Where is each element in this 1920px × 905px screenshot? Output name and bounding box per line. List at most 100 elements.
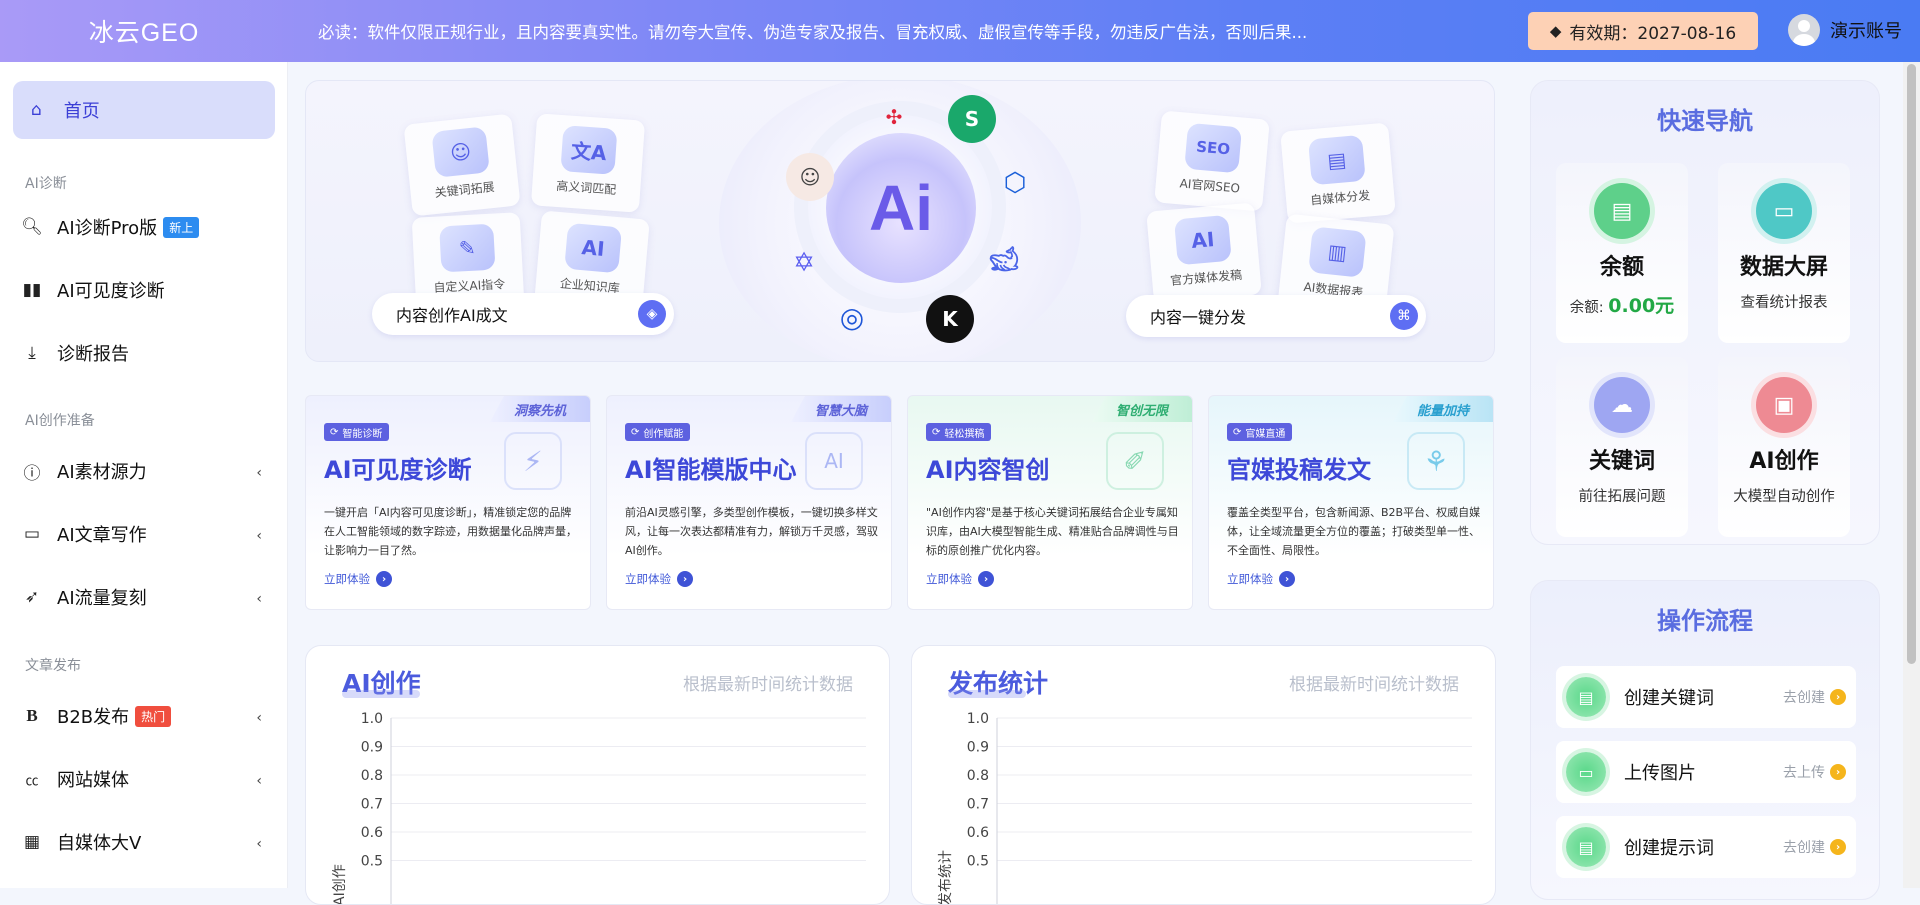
hero-tile[interactable]: AI 官方媒体发稿: [1146, 202, 1262, 304]
scrollbar-thumb[interactable]: [1907, 64, 1916, 664]
sidebar-item-label: 诊断报告: [57, 344, 129, 365]
hero-tile-label: 自媒体分发: [1309, 188, 1371, 208]
feature-card-submission[interactable]: 能量加持 ⟳ 官媒直通 ⚘ 官媒投稿发文 覆盖全类型平台，包含新闻源、B2B平台、…: [1208, 395, 1494, 610]
sidebar-item-b2b[interactable]: B B2B发布 热门 ‹: [20, 696, 270, 736]
sidebar-item-article-writing[interactable]: ▭ AI文章写作 ‹: [20, 514, 270, 554]
sidebar-item-label: B2B发布: [57, 707, 130, 728]
bar-chart-icon: ▮▮: [22, 280, 42, 300]
card-link-text: 立即体验: [324, 572, 370, 586]
content-distribution-pill[interactable]: 内容一键分发 ⌘: [1126, 295, 1426, 337]
top-bar: 冰云GEO 必读：软件仅限正规行业，且内容要真实性。请勿夸大宣传、伪造专家及报告…: [0, 0, 1920, 62]
y-axis-label: AI创作: [332, 864, 348, 905]
card-link-text: 立即体验: [625, 572, 671, 586]
grid-icon: ▦: [23, 832, 41, 852]
quick-nav-balance[interactable]: ▤ 余额 余额: 0.00元: [1556, 163, 1688, 343]
workflow-step-action[interactable]: 去创建 ›: [1783, 687, 1846, 707]
y-tick-label: 0.8: [967, 768, 989, 784]
sidebar-item-label: 首页: [63, 101, 100, 122]
refresh-icon: ⟳: [631, 426, 640, 438]
content-creation-pill[interactable]: 内容创作AI成文 ◈: [372, 293, 674, 335]
validity-badge[interactable]: ◆ 有效期：2027-08-16: [1528, 12, 1758, 50]
pill-label: 内容一键分发: [1150, 308, 1247, 327]
card-badge: ⟳ 创作赋能: [625, 423, 691, 441]
account-menu[interactable]: 演示账号: [1788, 14, 1902, 46]
brand-logo[interactable]: 冰云GEO: [0, 13, 288, 49]
card-link-text: 立即体验: [926, 572, 972, 586]
hero-tile[interactable]: 文A 高义词匹配: [530, 113, 646, 213]
workflow-step-create-prompt[interactable]: ▤ 创建提示词 去创建 ›: [1556, 816, 1856, 878]
hero-tile[interactable]: SEO AI官网SEO: [1154, 110, 1270, 212]
hero-tile[interactable]: ☺ 关键词拓展: [403, 113, 521, 217]
quick-nav-ai-creation[interactable]: ▣ AI创作 大模型自动创作: [1718, 357, 1850, 537]
card-badge: ⟳ 官媒直通: [1227, 423, 1293, 441]
energy-icon: ⚘: [1407, 432, 1465, 490]
spiral-logo-icon: S: [948, 95, 996, 143]
home-icon: ⌂: [31, 100, 42, 120]
sidebar-item-home[interactable]: ⌂ 首页: [13, 81, 275, 139]
rocket-icon: ➶: [24, 587, 40, 607]
ai-head-icon: AI: [805, 432, 863, 490]
sidebar-item-self-media[interactable]: ▦ 自媒体大V ‹: [20, 822, 270, 862]
hero-tile[interactable]: ▤ 自媒体分发: [1280, 122, 1396, 224]
workflow-step-label: 上传图片: [1624, 763, 1696, 784]
quick-nav-label: 数据大屏: [1739, 255, 1828, 280]
ai-creation-panel: AI创作 根据最新时间统计数据 1.0 0.9 0.8 0.7 0.6 0.5 AI创作: [305, 645, 890, 905]
sidebar-item-diagnosis-pro[interactable]: 🔍︎ AI诊断Pro版 新上: [20, 207, 270, 247]
feature-card-template[interactable]: 智慧大脑 ⟳ 创作赋能 AI AI智能模版中心 前沿AI灵感引擎，多类型创作模板，…: [606, 395, 892, 610]
card-try-link[interactable]: 立即体验 ›: [625, 571, 693, 587]
seo-icon: SEO: [1184, 122, 1243, 174]
sidebar-item-website-media[interactable]: ㏄ 网站媒体 ‹: [20, 759, 270, 799]
panel-title: 发布统计: [948, 664, 1048, 700]
quick-nav-keywords[interactable]: ☁ 关键词 前往拓展问题: [1556, 357, 1688, 537]
card-badge-text: 官媒直通: [1245, 428, 1286, 440]
page-scrollbar[interactable]: [1903, 62, 1920, 888]
y-tick-label: 0.6: [361, 825, 383, 841]
account-name: 演示账号: [1830, 21, 1902, 42]
sidebar-item-traffic-copy[interactable]: ➶ AI流量复刻 ‹: [20, 577, 270, 617]
card-title: AI内容智创: [926, 456, 1050, 484]
action-text: 去创建: [1783, 840, 1825, 856]
feature-card-visibility[interactable]: 洞察先机 ⟳ 智能诊断 ⚡︎ AI可见度诊断 一键开启「AI内容可见度诊断」，精准…: [305, 395, 591, 610]
hero-banner: ☺ 关键词拓展 文A 高义词匹配 ✎ 自定义AI指令 AI 企业知识库 内容创作…: [305, 80, 1495, 362]
quick-nav-sub: 查看统计报表: [1740, 295, 1828, 311]
chevron-left-icon: ‹: [256, 773, 262, 789]
action-text: 去上传: [1783, 765, 1825, 781]
feature-card-content[interactable]: 智创无限 ⟳ 轻松撰稿 ✐ AI内容智创 "AI创作内容"是基于核心关键词拓展结合…: [907, 395, 1193, 610]
hero-tile-label: AI官网SEO: [1179, 176, 1241, 196]
card-try-link[interactable]: 立即体验 ›: [324, 571, 392, 587]
card-try-link[interactable]: 立即体验 ›: [1227, 571, 1295, 587]
avatar: [1788, 14, 1820, 46]
cloud-icon: ☁: [1594, 377, 1650, 433]
clipboard-icon: ▤: [1594, 183, 1650, 239]
sidebar-item-material[interactable]: ⓘ AI素材源力 ‹: [20, 451, 270, 491]
workflow-step-upload-image[interactable]: ▭ 上传图片 去上传 ›: [1556, 741, 1856, 803]
workflow-step-action[interactable]: 去上传 ›: [1783, 762, 1846, 782]
workflow-step-create-keywords[interactable]: ▤ 创建关键词 去创建 ›: [1556, 666, 1856, 728]
quick-nav-sub: 大模型自动创作: [1733, 489, 1835, 505]
y-tick-label: 0.8: [361, 768, 383, 784]
sidebar-item-visibility-diagnosis[interactable]: ▮▮ AI可见度诊断: [20, 270, 270, 310]
monitor-icon: ▭: [1756, 183, 1812, 239]
card-corner-tag: 智创无限: [1092, 396, 1192, 422]
card-badge: ⟳ 智能诊断: [324, 423, 390, 441]
y-tick-label: 0.7: [967, 797, 989, 813]
sidebar-section-title: AI创作准备: [25, 413, 95, 429]
workflow-step-label: 创建关键词: [1624, 688, 1714, 709]
action-text: 去创建: [1783, 690, 1825, 706]
quick-nav-label: 关键词: [1588, 449, 1655, 474]
download-icon: ⤓: [28, 343, 36, 363]
publish-stats-chart: 1.0 0.9 0.8 0.7 0.6 0.5 发布统计: [938, 711, 1472, 904]
sidebar-item-label: 网站媒体: [57, 770, 129, 791]
card-corner-tag: 智慧大脑: [791, 396, 891, 422]
validity-text: 有效期：2027-08-16: [1569, 23, 1737, 44]
card-title: AI可见度诊断: [324, 456, 472, 484]
quick-nav-dashboard[interactable]: ▭ 数据大屏 查看统计报表: [1718, 163, 1850, 343]
workflow-step-action[interactable]: 去创建 ›: [1783, 837, 1846, 857]
orbit-logo-icon: ◎: [839, 300, 865, 334]
sidebar-item-report[interactable]: ⤓ 诊断报告: [20, 333, 270, 373]
hero-tile-label: 官方媒体发稿: [1169, 267, 1243, 289]
card-try-link[interactable]: 立即体验 ›: [926, 571, 994, 587]
y-tick-label: 1.0: [361, 711, 383, 727]
ai-stack-icon: AI: [564, 222, 623, 274]
refresh-icon: ⟳: [1233, 426, 1242, 438]
